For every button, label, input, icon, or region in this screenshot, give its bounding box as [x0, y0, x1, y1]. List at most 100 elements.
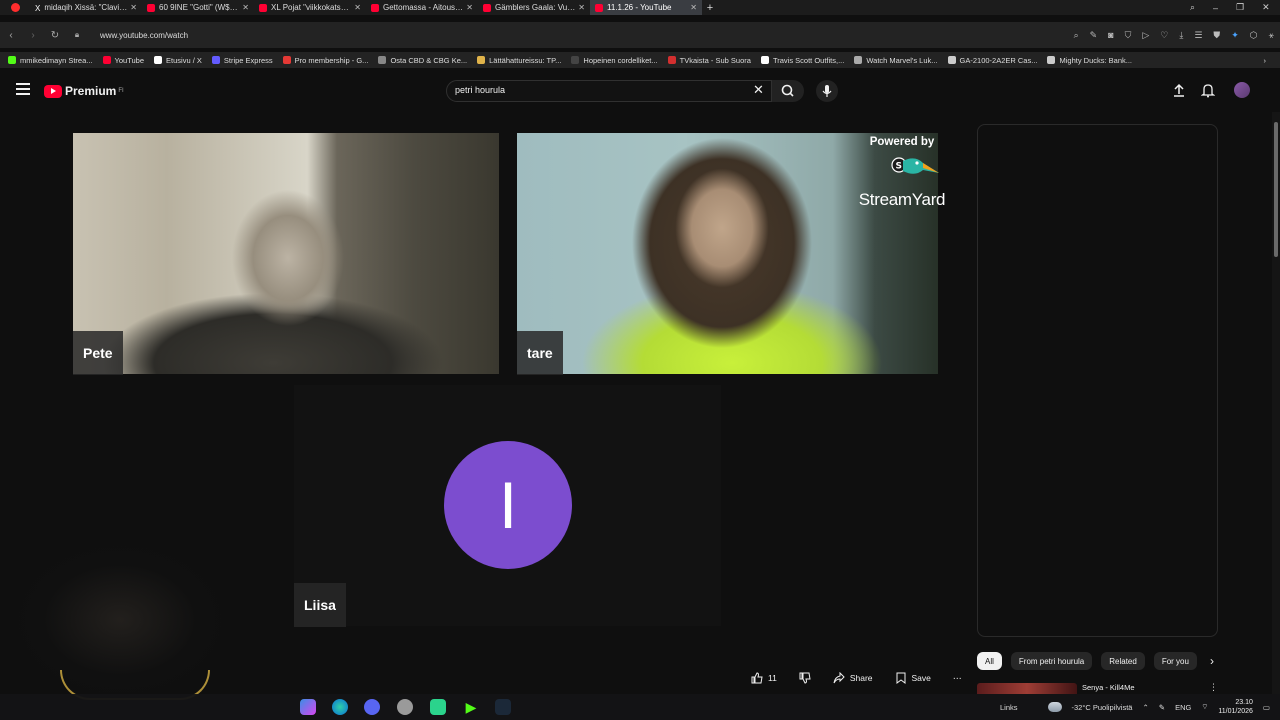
shield-icon[interactable]: ⛉ [1125, 30, 1132, 41]
bookmark-favicon-icon [378, 56, 387, 64]
tab-close-icon[interactable]: ✕ [575, 3, 585, 12]
browser-tab[interactable]: Xmidaqih Xissä: "Clavicula...✕ [30, 0, 142, 15]
chip-from-channel[interactable]: From petri hourula [1010, 652, 1093, 670]
search-icon [781, 84, 794, 97]
bookmark-item[interactable]: Mighty Ducks: Bank... [1047, 56, 1132, 65]
kick-icon[interactable]: ▶ [463, 699, 479, 715]
back-icon[interactable]: ‹ [0, 30, 22, 41]
voice-search-button[interactable] [816, 80, 838, 102]
extension-icon[interactable]: ✦ [1231, 30, 1239, 41]
forward-icon[interactable]: › [22, 30, 44, 41]
bookmark-item[interactable]: Watch Marvel's Luk... [854, 56, 938, 65]
url-field[interactable]: www.youtube.com/watch [100, 31, 188, 40]
links-toolbar[interactable]: Links [1000, 703, 1018, 712]
restore-icon[interactable]: ❐ [1236, 2, 1244, 13]
more-options-icon[interactable]: ⋮ [1209, 682, 1218, 693]
download-icon[interactable]: ⤓ [1179, 30, 1183, 41]
steam-icon[interactable] [495, 699, 511, 715]
language-indicator[interactable]: ENG [1175, 703, 1191, 712]
browser-menu-icon[interactable] [0, 3, 30, 12]
tab-close-icon[interactable]: ✕ [463, 3, 473, 12]
dislike-button[interactable] [791, 668, 819, 688]
time: 23.10 [1235, 699, 1253, 706]
minimize-icon[interactable]: – [1213, 3, 1218, 13]
copilot-icon[interactable] [300, 699, 316, 715]
clear-search-icon[interactable]: ✕ [753, 83, 764, 97]
wifi-icon[interactable]: ⌔ [1201, 702, 1208, 712]
streaming-app-icon[interactable] [430, 699, 446, 715]
play-icon[interactable]: ▷ [1142, 30, 1149, 41]
bookmark-item[interactable]: mmikedimayn Strea... [8, 56, 93, 65]
tray-chevron-icon[interactable]: ⌃ [1142, 703, 1148, 712]
bookmark-item[interactable]: GA-2100-2A2ER Cas... [947, 56, 1037, 65]
tab-close-icon[interactable]: ✕ [687, 3, 697, 12]
bookmark-favicon-icon [571, 56, 580, 64]
bookmark-item[interactable]: Etusivu / X [154, 56, 202, 65]
edit-icon[interactable]: ✎ [1090, 30, 1098, 41]
bookmark-item[interactable]: Pro membership - G... [282, 56, 368, 65]
participant-video-pete [73, 133, 499, 374]
clock[interactable]: 23.10 11/01/2026 [1218, 698, 1253, 716]
sidebar-icon[interactable]: ☰ [1194, 30, 1202, 41]
more-actions-button[interactable]: ⋯ [945, 668, 970, 688]
bookmark-icon [896, 672, 906, 684]
hamburger-menu-icon[interactable] [16, 83, 30, 95]
reload-icon[interactable]: ↻ [44, 30, 66, 41]
bookmark-item[interactable]: Stripe Express [211, 56, 273, 65]
camera-icon[interactable]: ◙ [1108, 30, 1113, 40]
chip-for-you[interactable]: For you [1153, 652, 1197, 670]
bookmark-label: Hopeinen cordelliket... [583, 55, 658, 65]
search-tabs-icon[interactable]: ⌕ [1190, 2, 1195, 13]
notification-icon[interactable]: ▭ [1263, 703, 1270, 712]
chevron-right-icon[interactable]: › [1210, 654, 1214, 668]
app-icon[interactable] [397, 699, 413, 715]
thumbs-up-icon [751, 672, 763, 684]
video-actions: 11 Share Save ⋯ [743, 668, 969, 688]
share-label: Share [849, 673, 873, 683]
ai-icon[interactable]: ⚹ [1269, 30, 1274, 41]
scrollbar-thumb[interactable] [1274, 122, 1278, 257]
bookmark-item[interactable]: YouTube [102, 56, 144, 65]
bookmark-item[interactable]: Lättähattureissu: TP... [477, 56, 561, 65]
bookmark-item[interactable]: TVkaista - Sub Suora [667, 56, 751, 65]
up-next-thumbnail[interactable] [977, 683, 1077, 694]
discord-icon[interactable] [364, 699, 380, 715]
weather-text[interactable]: -32°C Puolipilvistä [1072, 703, 1133, 712]
youtube-logo[interactable]: Premium FI [44, 84, 124, 98]
account-avatar[interactable] [1234, 82, 1250, 98]
youtube-favicon-icon [259, 3, 267, 12]
up-next-title[interactable]: Senya - Kill4Me [1082, 683, 1135, 692]
chip-related[interactable]: Related [1101, 652, 1145, 670]
tab-close-icon[interactable]: ✕ [127, 3, 137, 12]
notifications-bell-icon[interactable] [1201, 83, 1215, 98]
bookmarks-overflow-icon[interactable]: › [1264, 56, 1267, 65]
wallet-icon[interactable]: ⛊ [1213, 30, 1220, 41]
browser-tab[interactable]: XL Pojat "viikkokatsaus" ...✕ [254, 0, 366, 15]
bookmark-item[interactable]: Travis Scott Outfits,... [760, 56, 844, 65]
network-icon[interactable]: ✎ [1159, 703, 1165, 712]
bookmark-favicon-icon [477, 56, 486, 64]
zoom-icon[interactable]: ⌕ [1074, 30, 1079, 41]
tab-close-icon[interactable]: ✕ [351, 3, 361, 12]
browser-tab[interactable]: 60 9INE "Gotti" (W$HH Ex...✕ [142, 0, 254, 15]
edge-icon[interactable] [332, 699, 348, 715]
search-button[interactable] [772, 80, 804, 102]
close-window-icon[interactable]: ✕ [1262, 2, 1270, 13]
save-button[interactable]: Save [887, 668, 939, 688]
heart-icon[interactable]: ♡ [1160, 30, 1168, 41]
like-button[interactable]: 11 [743, 668, 785, 688]
browser-tab-strip: Xmidaqih Xissä: "Clavicula...✕ 60 9INE "… [0, 0, 1280, 15]
share-button[interactable]: Share [825, 668, 881, 688]
browser-tab-active[interactable]: 11.1.26 - YouTube ✕ [590, 0, 702, 15]
tab-close-icon[interactable]: ✕ [239, 3, 249, 12]
browser-tab[interactable]: Gämblers Gaala: Vuoden ...✕ [478, 0, 590, 15]
bookmark-item[interactable]: Hopeinen cordelliket... [571, 55, 658, 65]
upload-icon[interactable] [1172, 83, 1186, 97]
search-input[interactable] [455, 85, 735, 95]
chip-all[interactable]: All [977, 652, 1002, 670]
bookmark-item[interactable]: Osta CBD & CBG Ke... [378, 56, 467, 65]
new-tab-button[interactable]: + [702, 2, 718, 14]
cube-icon[interactable]: ⬡ [1250, 30, 1258, 41]
browser-tab[interactable]: Gettomassa - Aitous ei oo...✕ [366, 0, 478, 15]
bookmark-label: Lättähattureissu: TP... [489, 55, 562, 65]
